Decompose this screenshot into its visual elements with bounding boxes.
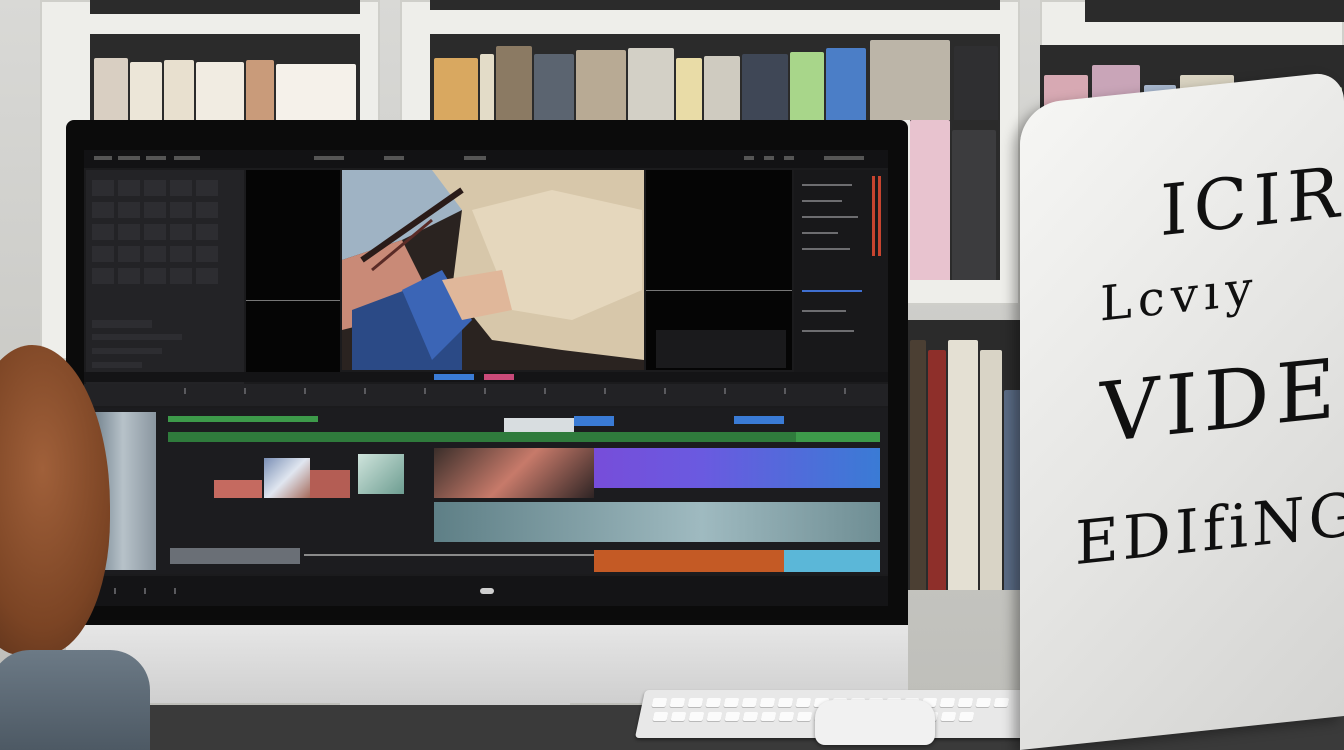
timeline-clip[interactable] [358,454,404,494]
timeline-toolbar[interactable] [84,384,888,406]
timeline-clip[interactable] [796,432,880,442]
shelf-cavity [906,320,1026,590]
editor-screen [84,150,888,606]
inspector-panel[interactable] [794,170,888,380]
timeline-clip[interactable] [574,416,614,426]
timeline-clip[interactable] [310,470,350,498]
timeline-clip[interactable] [594,550,784,572]
timeline-clip[interactable] [784,550,880,572]
timeline-clip[interactable] [264,458,310,498]
viewer-frame-image [342,170,644,370]
timeline-clip[interactable] [434,502,880,542]
timeline-clip[interactable] [214,480,262,498]
program-viewer[interactable] [342,170,644,370]
transport-bar[interactable] [84,372,888,382]
shelf-cavity [430,34,1000,120]
mouse[interactable] [815,700,935,745]
handwritten-poster: ICIR Lcvıy VIDEU EDIfiNG [1020,70,1344,750]
poster-line-4: EDIfiNG [1075,479,1344,580]
timeline-clip[interactable] [304,554,604,556]
timeline-clip[interactable] [734,416,784,424]
secondary-viewer[interactable] [646,170,792,370]
timeline-panel[interactable] [84,408,888,574]
timeline-clip[interactable] [170,548,300,564]
shelf-cavity [910,120,1000,280]
timeline-clip[interactable] [168,416,318,422]
source-viewer[interactable] [246,170,340,380]
editor-menu-bar[interactable] [84,150,888,168]
media-pool-panel[interactable] [86,170,244,396]
shelf-cavity [90,34,360,120]
timeline-clip[interactable] [168,432,868,442]
person-shoulder [0,650,150,750]
shelf-cavity [430,0,1000,10]
timeline-clip[interactable] [504,418,574,432]
shelf-cavity [1085,0,1344,22]
poster-line-3: VIDEU [1100,333,1344,462]
editor-bottom-bar[interactable] [84,576,888,606]
timeline-clip[interactable] [434,448,594,498]
poster-line-2: Lcvıy [1100,259,1259,333]
shelf-cavity [90,0,360,14]
poster-line-1: ICIR [1160,150,1344,253]
